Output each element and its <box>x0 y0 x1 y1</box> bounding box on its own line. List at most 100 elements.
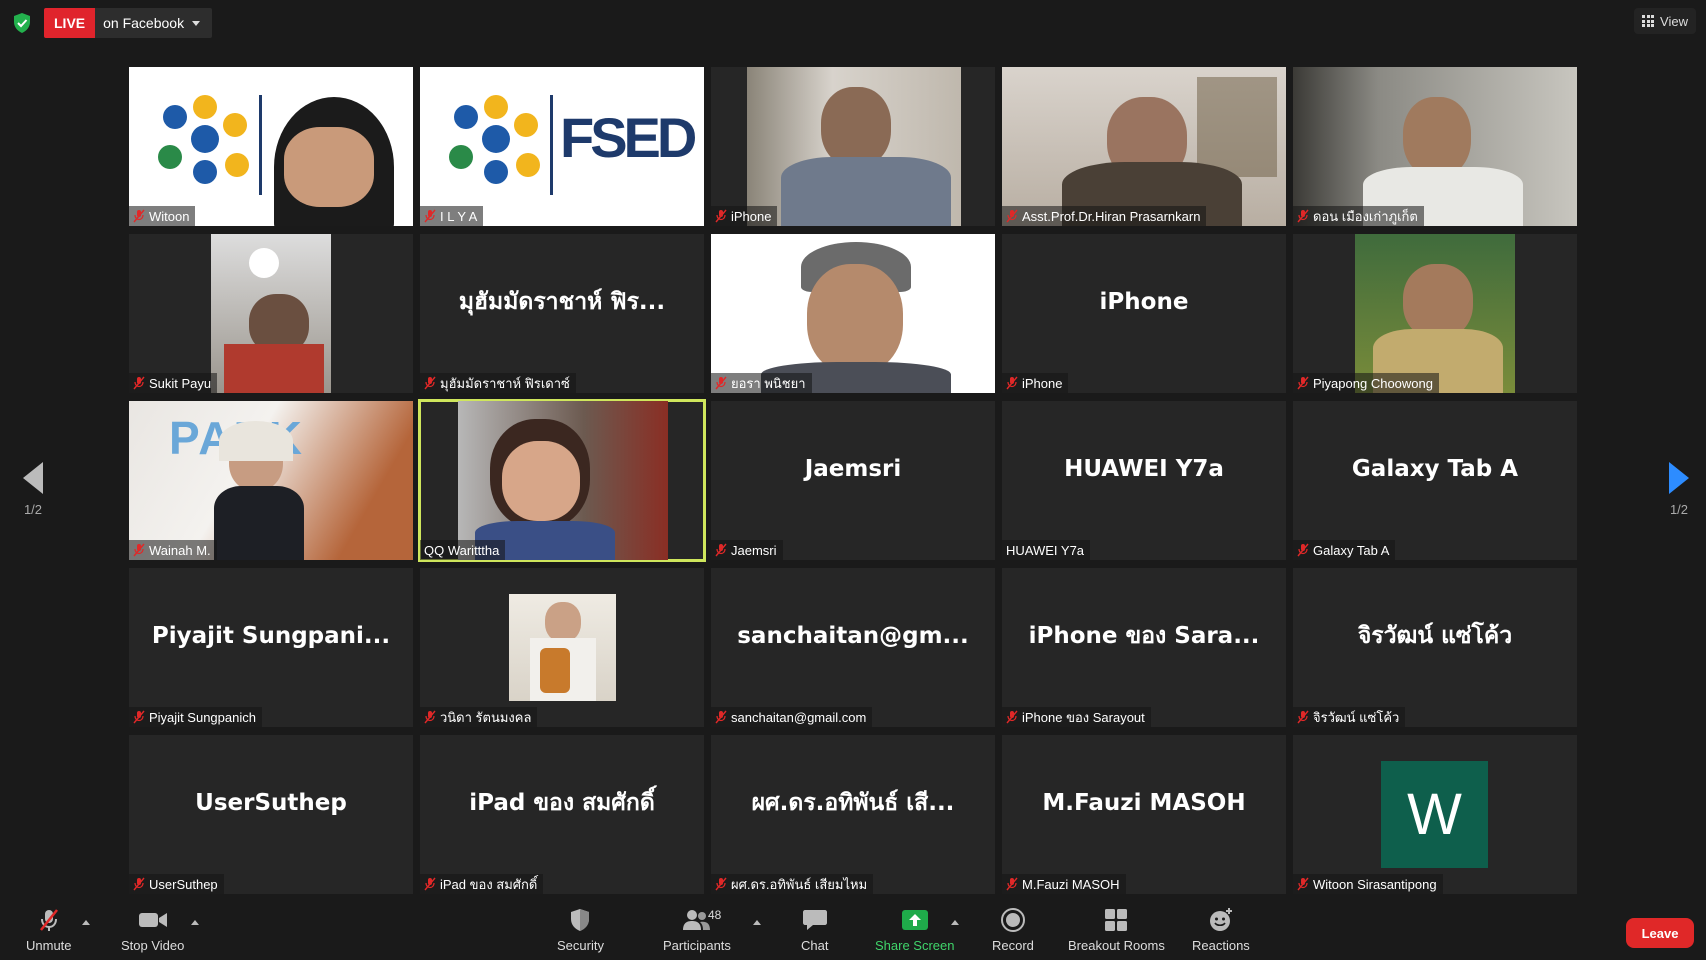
participant-tile-14[interactable]: HUAWEI Y7a HUAWEI Y7a <box>1002 401 1286 560</box>
microphone-muted-icon <box>1006 877 1018 891</box>
participant-name-tag: Wainah M. <box>129 540 217 560</box>
participant-tile-18[interactable]: sanchaitan@gm... sanchaitan@gmail.com <box>711 568 995 727</box>
participant-name-tag: I L Y A <box>420 206 484 226</box>
live-destination-label: on Facebook <box>103 15 185 31</box>
reactions-button[interactable]: Reactions <box>1192 906 1250 953</box>
stop-video-button[interactable]: Stop Video <box>121 906 184 953</box>
grid-view-icon <box>1642 15 1655 27</box>
shield-icon <box>569 906 591 934</box>
participant-display-name: Piyajit Sungpani... <box>151 622 391 649</box>
live-stream-indicator[interactable]: LIVE on Facebook <box>44 8 213 38</box>
breakout-rooms-button[interactable]: Breakout Rooms <box>1068 906 1165 953</box>
unmute-button[interactable]: Unmute <box>26 906 72 953</box>
participant-name-tag: iPhone <box>711 206 778 226</box>
record-button[interactable]: Record <box>992 906 1034 953</box>
microphone-muted-icon <box>1006 376 1018 390</box>
participant-name: I L Y A <box>440 208 478 224</box>
live-destination-dropdown[interactable]: on Facebook <box>95 8 213 38</box>
participant-name-tag: iPad ของ สมศักดิ์ <box>420 874 544 894</box>
participant-tile-5[interactable]: ดอน เมืองเก่าภูเก็ต <box>1293 67 1577 226</box>
leave-button[interactable]: Leave <box>1626 918 1694 948</box>
participant-display-name: iPhone <box>1099 288 1189 315</box>
participant-tile-12[interactable]: QQ Waritttha <box>418 399 706 562</box>
participant-tile-19[interactable]: iPhone ของ Sara... iPhone ของ Sarayout <box>1002 568 1286 727</box>
participant-tile-8[interactable]: ยอรา พนิชยา <box>711 234 995 393</box>
participant-tile-10[interactable]: Piyapong Choowong <box>1293 234 1577 393</box>
participant-tile-4[interactable]: Asst.Prof.Dr.Hiran Prasarnkarn <box>1002 67 1286 226</box>
record-icon <box>1000 906 1026 934</box>
previous-page-button[interactable]: 1/2 <box>18 462 48 517</box>
participant-display-name: Jaemsri <box>804 455 902 482</box>
participant-name: ผศ.ดร.อทิพันธ์ เสียมไหม <box>731 876 868 892</box>
participant-display-name: Galaxy Tab A <box>1351 455 1519 482</box>
participant-name-tag: Asst.Prof.Dr.Hiran Prasarnkarn <box>1002 206 1207 226</box>
participant-name-tag: sanchaitan@gmail.com <box>711 707 873 727</box>
microphone-muted-icon <box>1297 543 1309 557</box>
participant-display-name: iPhone ของ Sara... <box>1028 622 1260 649</box>
participant-name: จิรวัฒน์ แซ่โค้ว <box>1313 709 1400 725</box>
chat-label: Chat <box>801 938 829 953</box>
participant-name: Witoon Sirasantipong <box>1313 876 1437 892</box>
page-indicator-right: 1/2 <box>1669 502 1689 517</box>
chat-button[interactable]: Chat <box>801 906 828 953</box>
participant-name: sanchaitan@gmail.com <box>731 709 867 725</box>
microphone-muted-icon <box>1297 877 1309 891</box>
participant-display-name: iPad ของ สมศักดิ์ <box>469 789 655 816</box>
microphone-muted-icon <box>1297 376 1309 390</box>
participant-tile-24[interactable]: M.Fauzi MASOH M.Fauzi MASOH <box>1002 735 1286 894</box>
participant-name-tag: iPhone <box>1002 373 1069 393</box>
view-button[interactable]: View <box>1634 8 1696 34</box>
participant-tile-22[interactable]: iPad ของ สมศักดิ์ iPad ของ สมศักดิ์ <box>420 735 704 894</box>
share-screen-button[interactable]: Share Screen <box>875 906 955 953</box>
microphone-muted-icon <box>715 877 727 891</box>
participant-name: iPhone <box>1022 375 1063 391</box>
participant-tile-13[interactable]: Jaemsri Jaemsri <box>711 401 995 560</box>
participant-name: ดอน เมืองเก่าภูเก็ต <box>1313 208 1418 224</box>
participant-name-tag: จิรวัฒน์ แซ่โค้ว <box>1293 707 1406 727</box>
participants-icon: 48 <box>682 906 721 934</box>
participant-tile-23[interactable]: ผศ.ดร.อทิพันธ์ เสี... ผศ.ดร.อทิพันธ์ เสีย… <box>711 735 995 894</box>
participant-tile-21[interactable]: UserSuthep UserSuthep <box>129 735 413 894</box>
participants-button[interactable]: 48 Participants <box>663 906 731 953</box>
video-grid: Witoon FSED I L Y A iPhone Asst.Prof.Dr.Hira… <box>129 67 1577 894</box>
participant-tile-3[interactable]: iPhone <box>711 67 995 226</box>
encryption-shield-icon[interactable] <box>12 12 32 34</box>
video-options-caret[interactable] <box>191 920 199 925</box>
participant-display-name: HUAWEI Y7a <box>1064 455 1224 482</box>
reactions-label: Reactions <box>1192 938 1250 953</box>
microphone-muted-icon <box>133 543 145 557</box>
participant-display-name: sanchaitan@gm... <box>737 622 969 649</box>
participant-name: M.Fauzi MASOH <box>1022 876 1120 892</box>
participant-tile-25[interactable]: W Witoon Sirasantipong <box>1293 735 1577 894</box>
participants-options-caret[interactable] <box>753 920 761 925</box>
participant-name: UserSuthep <box>149 876 218 892</box>
arrow-right-icon <box>1669 462 1689 494</box>
microphone-muted-icon <box>133 376 145 390</box>
participant-tile-11[interactable]: PARKWainah M. <box>129 401 413 560</box>
page-indicator-left: 1/2 <box>23 502 43 517</box>
microphone-muted-icon <box>133 877 145 891</box>
participant-name: Piyapong Choowong <box>1313 375 1433 391</box>
security-button[interactable]: Security <box>557 906 604 953</box>
participant-tile-16[interactable]: Piyajit Sungpani... Piyajit Sungpanich <box>129 568 413 727</box>
chat-bubble-icon <box>802 906 828 934</box>
participant-tile-9[interactable]: iPhone iPhone <box>1002 234 1286 393</box>
participant-tile-6[interactable]: Sukit Payu <box>129 234 413 393</box>
participant-tile-20[interactable]: จิรวัฒน์ แซ่โค้ว จิรวัฒน์ แซ่โค้ว <box>1293 568 1577 727</box>
participant-name-tag: ผศ.ดร.อทิพันธ์ เสียมไหม <box>711 874 874 894</box>
participant-tile-2[interactable]: FSED I L Y A <box>420 67 704 226</box>
participant-name: วนิดา รัตนมงคล <box>440 709 532 725</box>
security-label: Security <box>557 938 604 953</box>
participant-tile-17[interactable]: วนิดา รัตนมงคล <box>420 568 704 727</box>
share-options-caret[interactable] <box>951 920 959 925</box>
next-page-button[interactable]: 1/2 <box>1664 462 1694 517</box>
meeting-toolbar: Unmute Stop Video Security 48 Participan… <box>0 900 1706 960</box>
participant-tile-15[interactable]: Galaxy Tab A Galaxy Tab A <box>1293 401 1577 560</box>
participant-tile-7[interactable]: มุฮัมมัดราชาห์ ฟิร... มุฮัมมัดราชาห์ ฟิรเ… <box>420 234 704 393</box>
participant-name-tag: ยอรา พนิชยา <box>711 373 812 393</box>
stop-video-label: Stop Video <box>121 938 185 953</box>
participant-tile-1[interactable]: Witoon <box>129 67 413 226</box>
audio-options-caret[interactable] <box>82 920 90 925</box>
participant-name: Witoon <box>149 208 190 224</box>
participant-name: iPhone <box>731 208 772 224</box>
